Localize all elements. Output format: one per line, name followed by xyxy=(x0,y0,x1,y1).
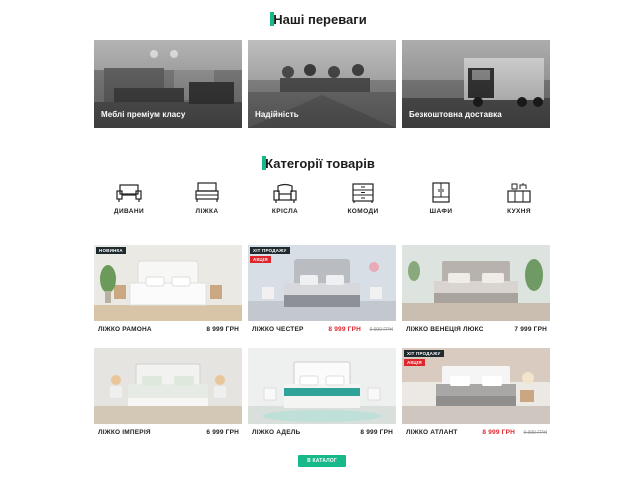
category-wardrobes[interactable]: ШАФИ xyxy=(406,182,476,222)
product-name[interactable]: ЛІЖКО ВЕНЕЦІЯ ЛЮКС xyxy=(406,326,484,333)
advantage-label: Надійність xyxy=(255,110,299,119)
advantage-label: Меблі преміум класу xyxy=(101,110,186,119)
product-name[interactable]: ЛІЖКО ЧЕСТЕР xyxy=(252,326,304,333)
product-photo[interactable] xyxy=(94,245,242,321)
bed-icon xyxy=(195,182,219,202)
bed-adel-image xyxy=(248,348,396,424)
advantage-card-delivery[interactable]: Безкоштовна доставка xyxy=(402,40,550,128)
armchair-icon xyxy=(273,183,297,203)
product-old-price: 9 999 ГРН xyxy=(369,327,393,333)
badge-bestseller: ХІТ ПРОДАЖУ xyxy=(250,247,290,254)
advantage-card-reliability[interactable]: Надійність xyxy=(248,40,396,128)
category-label: КУХНЯ xyxy=(507,208,531,215)
product-card[interactable]: ХІТ ПРОДАЖУ АКЦІЯ ЛІЖКО АТЛАНТ 8 999 ГРН… xyxy=(402,348,550,440)
product-name[interactable]: ЛІЖКО АДЕЛЬ xyxy=(252,429,300,436)
product-name[interactable]: ЛІЖКО АТЛАНТ xyxy=(406,429,458,436)
badge-new: НОВИНКА xyxy=(96,247,126,254)
product-photo[interactable] xyxy=(94,348,242,424)
product-card[interactable]: НОВИНКА ЛІЖКО РАМОНА 8 999 ГРН xyxy=(94,245,242,337)
bed-imperia-image xyxy=(94,348,242,424)
categories-row: ДИВАНИ ЛІЖКА КРІСЛА КОМОДИ ШАФИ КУХНЯ xyxy=(90,182,550,222)
dresser-icon xyxy=(352,183,374,203)
product-photo[interactable] xyxy=(402,245,550,321)
product-price: 8 999 ГРН xyxy=(206,326,239,333)
category-label: КРІСЛА xyxy=(271,208,299,215)
category-label: ШАФИ xyxy=(429,208,453,215)
sofa-icon xyxy=(116,184,142,202)
kitchen-icon xyxy=(507,183,531,203)
product-price: 8 999 ГРН xyxy=(482,429,515,436)
categories-title: Категорії товарів xyxy=(262,156,375,171)
product-price: 8 999 ГРН xyxy=(360,429,393,436)
category-dressers[interactable]: КОМОДИ xyxy=(328,182,398,222)
category-label: ДИВАНИ xyxy=(113,208,145,215)
category-beds[interactable]: ЛІЖКА xyxy=(172,182,242,222)
advantages-row: Меблі преміум класу Надійність Безкоштов… xyxy=(94,40,550,128)
category-label: КОМОДИ xyxy=(347,208,379,215)
badge-sale: АКЦІЯ xyxy=(404,359,425,366)
product-card[interactable]: ЛІЖКО АДЕЛЬ 8 999 ГРН xyxy=(248,348,396,440)
product-price: 6 999 ГРН xyxy=(206,429,239,436)
category-label: ЛІЖКА xyxy=(195,208,219,215)
product-photo[interactable] xyxy=(248,348,396,424)
advantage-card-premium[interactable]: Меблі преміум класу xyxy=(94,40,242,128)
advantage-label: Безкоштовна доставка xyxy=(409,110,502,119)
advantages-title: Наші переваги xyxy=(270,12,367,27)
bed-ramona-image xyxy=(94,245,242,321)
bed-venezia-image xyxy=(402,245,550,321)
product-name[interactable]: ЛІЖКО РАМОНА xyxy=(98,326,152,333)
product-old-price: 9 999 ГРН xyxy=(523,430,547,436)
badge-bestseller: ХІТ ПРОДАЖУ xyxy=(404,350,444,357)
wardrobe-icon xyxy=(432,182,450,203)
badge-sale: АКЦІЯ xyxy=(250,256,271,263)
category-sofas[interactable]: ДИВАНИ xyxy=(94,182,164,222)
category-kitchen[interactable]: КУХНЯ xyxy=(484,182,554,222)
product-card[interactable]: ЛІЖКО ІМПЕРІЯ 6 999 ГРН xyxy=(94,348,242,440)
product-card[interactable]: ЛІЖКО ВЕНЕЦІЯ ЛЮКС 7 999 ГРН xyxy=(402,245,550,337)
catalog-button[interactable]: В КАТАЛОГ xyxy=(298,455,346,467)
product-name[interactable]: ЛІЖКО ІМПЕРІЯ xyxy=(98,429,151,436)
category-armchairs[interactable]: КРІСЛА xyxy=(250,182,320,222)
product-card[interactable]: ХІТ ПРОДАЖУ АКЦІЯ ЛІЖКО ЧЕСТЕР 8 999 ГРН… xyxy=(248,245,396,337)
product-price: 8 999 ГРН xyxy=(328,326,361,333)
product-price: 7 999 ГРН xyxy=(514,326,547,333)
